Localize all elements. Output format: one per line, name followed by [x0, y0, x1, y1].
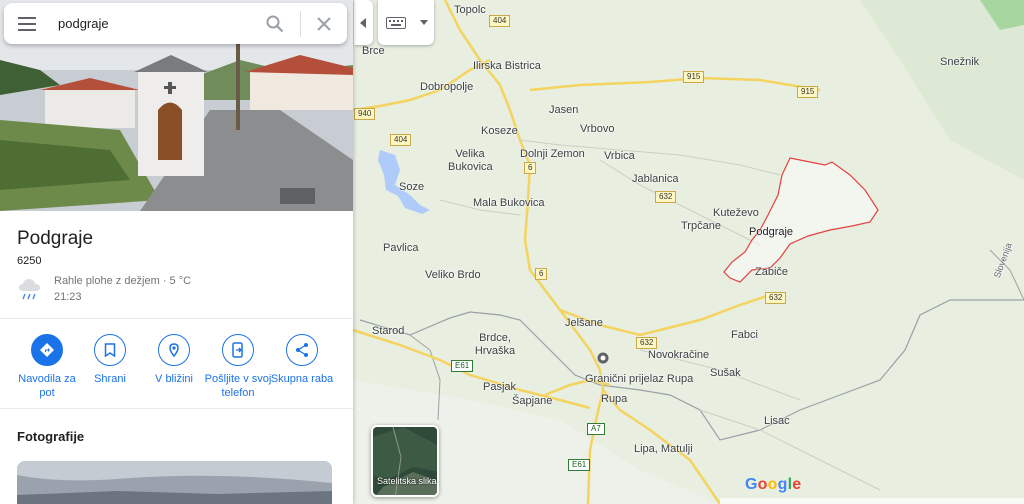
close-icon	[317, 16, 331, 31]
google-logo: Google	[745, 476, 802, 493]
section-divider	[0, 408, 353, 409]
road-shield: E61	[451, 360, 474, 372]
road-shield: A7	[587, 423, 605, 435]
nearby-icon	[158, 334, 190, 366]
dropdown-arrow-icon[interactable]	[420, 20, 428, 25]
collapse-panel-button[interactable]	[354, 0, 373, 45]
map-label: Lisac	[764, 415, 790, 427]
photos-section-title: Fotografije	[17, 429, 85, 444]
action-label: V bližini	[155, 373, 193, 385]
map-label: Granični prijelaz Rupa	[585, 373, 694, 385]
map-label: Dolnji Zemon	[520, 148, 585, 160]
map-label: Velika Bukovica	[448, 148, 493, 173]
map-label: Jelšane	[565, 317, 603, 329]
road-shield: 940	[354, 108, 376, 120]
map-label: Vrbovo	[580, 123, 615, 135]
search-box	[4, 3, 347, 44]
menu-button[interactable]	[4, 3, 50, 44]
map-label: Jasen	[549, 104, 579, 116]
satellite-layer-button[interactable]: Satelitska slika	[371, 425, 439, 497]
map-label: Mala Bukovica	[473, 197, 545, 209]
send-to-phone-icon	[222, 334, 254, 366]
map-label: Šapjane	[512, 395, 553, 407]
hamburger-menu-icon	[18, 16, 36, 31]
clear-search-button[interactable]	[307, 9, 341, 39]
map-label: Kuteževo	[713, 207, 759, 219]
map-label: Koseze	[481, 125, 518, 137]
nearby-button[interactable]: V bližini	[137, 334, 211, 386]
weather-info: Rahle plohe z dežjem · 5 °C 21:23	[18, 275, 318, 305]
map-label: Trpčane	[681, 220, 721, 232]
map-label: Pavlica	[383, 242, 419, 254]
map-label: Topolc	[454, 4, 486, 16]
map-label: Pasjak	[483, 381, 517, 393]
search-divider	[300, 10, 301, 37]
map-label: Starod	[372, 325, 405, 337]
road-shield: 632	[765, 292, 787, 304]
input-tools-button[interactable]	[378, 0, 434, 45]
share-icon	[286, 334, 318, 366]
share-button[interactable]: Skupna raba	[265, 334, 339, 386]
attribution-bar	[720, 498, 1024, 504]
map-label: Sušak	[710, 367, 741, 379]
photo-thumbnail-image	[17, 461, 332, 504]
road-shield: 6	[535, 268, 548, 280]
section-divider	[0, 318, 353, 319]
action-label: Skupna raba	[270, 373, 334, 385]
road-shield: 404	[390, 134, 412, 146]
search-button[interactable]	[258, 9, 292, 39]
map-label: Vrbica	[604, 150, 635, 162]
directions-icon	[31, 334, 63, 366]
road-shield: E61	[568, 459, 591, 471]
map-label: Rupa	[601, 393, 628, 405]
map-label: Zabiče	[755, 266, 789, 278]
send-to-phone-button[interactable]: Pošljite v svoj telefon	[201, 334, 275, 400]
save-button[interactable]: Shrani	[73, 334, 147, 386]
map-label: Veliko Brdo	[425, 269, 481, 281]
photo-thumbnail[interactable]	[17, 461, 332, 504]
bookmark-icon	[94, 334, 126, 366]
road-shield: 632	[636, 337, 658, 349]
map-label: Brce	[362, 45, 385, 57]
search-input[interactable]	[58, 8, 258, 39]
road-shield: 404	[489, 15, 511, 27]
map-label: Snežnik	[940, 56, 980, 68]
map-label: Novokračine	[648, 349, 710, 361]
weather-condition: Rahle plohe z dežjem · 5 °C	[54, 275, 192, 287]
road-shield: 632	[655, 191, 677, 203]
satellite-label: Satelitska slika	[377, 476, 437, 486]
map-label: Dobropolje	[420, 81, 474, 93]
action-label: Pošljite v svoj telefon	[204, 373, 272, 399]
map-label-target[interactable]: Podgraje	[749, 226, 793, 239]
road-shield: 915	[683, 71, 705, 83]
place-postal-code: 6250	[17, 255, 42, 267]
map-label: Soze	[399, 181, 425, 193]
map-label: Lipa, Matulji	[634, 443, 693, 455]
map-label: Jablanica	[632, 173, 679, 185]
caret-left-icon	[359, 17, 366, 28]
keyboard-icon	[386, 16, 406, 29]
road-shield: 915	[797, 86, 819, 98]
place-panel: Podgraje 6250 Rahle plohe z dežjem · 5 °…	[0, 0, 353, 504]
action-label: Shrani	[94, 373, 126, 385]
weather-time: 21:23	[54, 291, 82, 303]
map-label: Brdce, Hrvaška	[474, 332, 516, 357]
map-label: Ilirska Bistrica	[473, 60, 541, 72]
map-label: Fabci	[731, 329, 758, 341]
place-title: Podgraje	[17, 228, 94, 249]
search-icon	[266, 15, 284, 32]
road-shield: 6	[524, 162, 537, 174]
rain-cloud-icon	[19, 279, 40, 300]
